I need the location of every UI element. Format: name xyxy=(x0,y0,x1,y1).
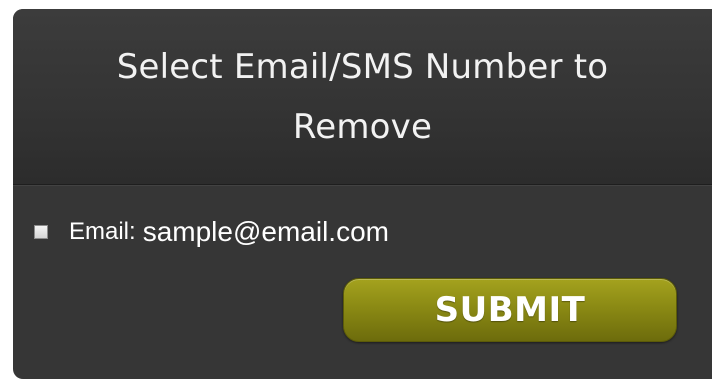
dialog-title: Select Email/SMS Number to Remove xyxy=(116,46,609,147)
email-option-label: Email: xyxy=(69,218,136,245)
submit-button[interactable]: SUBMIT xyxy=(343,278,677,342)
dialog-header: Select Email/SMS Number to Remove xyxy=(13,9,712,185)
email-option-value: sample@email.com xyxy=(142,216,389,247)
email-option-row[interactable]: Email: sample@email.com xyxy=(34,214,389,250)
email-checkbox[interactable] xyxy=(34,225,48,239)
